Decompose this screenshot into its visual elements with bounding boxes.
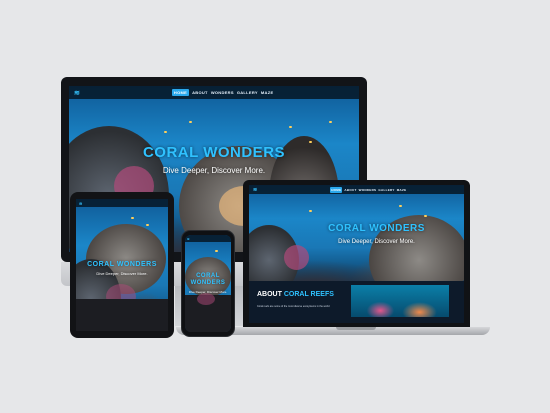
tablet-screen: ≋ CORAL WONDERS Dive Deeper, Discover Mo…: [76, 199, 168, 331]
hero-title: CORAL WONDERS: [328, 223, 425, 234]
nav-gallery[interactable]: GALLERY: [378, 187, 394, 193]
site-nav: ≋ HOME ABOUT WONDERS GALLERY MAZE: [69, 86, 359, 99]
phone-screen: ≋ CORAL WONDERS Dive Deeper, Discover Mo…: [185, 235, 231, 332]
nav-home[interactable]: HOME: [171, 89, 190, 96]
nav-gallery[interactable]: GALLERY: [237, 89, 258, 96]
laptop-screen: ≋ HOME ABOUT WONDERS GALLERY MAZE CORAL …: [249, 185, 464, 281]
phone: ≋ CORAL WONDERS Dive Deeper, Discover Mo…: [181, 230, 235, 337]
about-title: ABOUT CORAL REEFS: [257, 291, 334, 298]
nav-about[interactable]: ABOUT: [344, 187, 356, 193]
hero-subtitle: Dive Deeper, Discover More.: [338, 239, 415, 245]
hero-subtitle: Dive Deeper, Discover More.: [96, 271, 148, 276]
wave-logo-icon[interactable]: ≋: [79, 201, 82, 206]
hero-subtitle: Dive Deeper, Discover More.: [188, 290, 228, 294]
laptop: ≋ HOME ABOUT WONDERS GALLERY MAZE CORAL …: [243, 180, 470, 328]
about-coral-image: [351, 285, 449, 317]
hero-subtitle: Dive Deeper, Discover More.: [162, 166, 266, 175]
site-nav: ≋: [76, 199, 168, 207]
about-section: ABOUT CORAL REEFS Coral reefs are some o…: [249, 281, 464, 323]
wave-logo-icon[interactable]: ≋: [187, 237, 190, 241]
nav-home[interactable]: HOME: [330, 186, 343, 193]
hero-title: CORAL WONDERS: [142, 144, 286, 161]
wave-logo-icon[interactable]: ≋: [253, 187, 257, 193]
nav-maze[interactable]: MAZE: [261, 89, 274, 96]
hero-title: CORAL WONDERS: [190, 273, 226, 286]
hero-title: CORAL WONDERS: [87, 261, 157, 268]
wave-logo-icon[interactable]: ≋: [74, 89, 80, 97]
nav-wonders[interactable]: WONDERS: [359, 187, 377, 193]
tablet: ≋ CORAL WONDERS Dive Deeper, Discover Mo…: [70, 192, 174, 338]
about-text: Coral reefs are some of the most diverse…: [257, 305, 330, 308]
nav-about[interactable]: ABOUT: [192, 89, 208, 96]
laptop-notch: [336, 327, 376, 330]
site-nav: ≋: [185, 235, 231, 242]
nav-maze[interactable]: MAZE: [397, 187, 407, 193]
nav-wonders[interactable]: WONDERS: [211, 89, 234, 96]
site-nav: ≋ HOME ABOUT WONDERS GALLERY MAZE: [249, 185, 464, 194]
